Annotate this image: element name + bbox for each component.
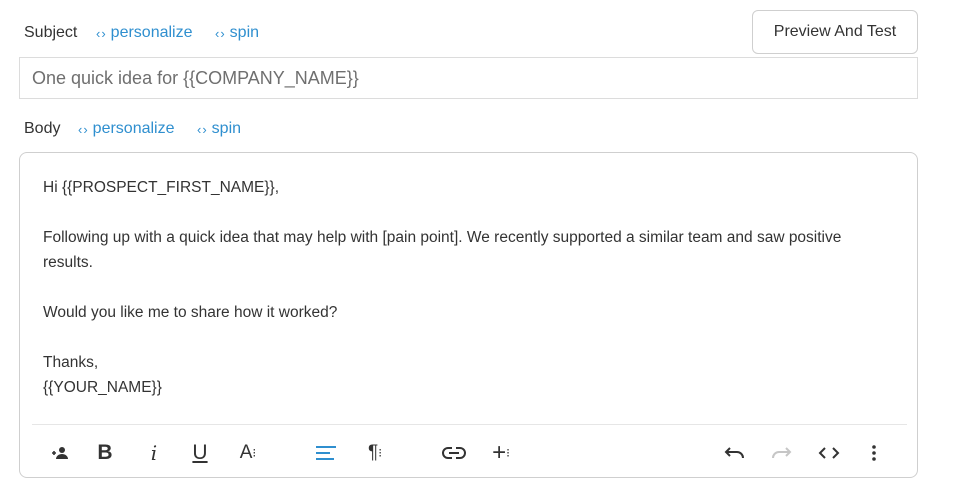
- italic-icon[interactable]: i: [144, 440, 164, 466]
- subject-spin-label: spin: [229, 24, 260, 41]
- redo-icon[interactable]: [769, 440, 795, 466]
- code-brackets-icon: ‹›: [197, 121, 208, 137]
- body-personalize-label: personalize: [92, 120, 175, 137]
- code-brackets-icon: ‹›: [78, 121, 89, 137]
- link-icon[interactable]: [441, 440, 467, 466]
- body-spin-label: spin: [211, 120, 242, 137]
- add-person-icon[interactable]: [49, 440, 71, 466]
- subject-input[interactable]: One quick idea for {{COMPANY_NAME}}: [19, 57, 918, 99]
- subject-value: One quick idea for {{COMPANY_NAME}}: [32, 67, 359, 88]
- code-brackets-icon: ‹›: [215, 25, 226, 41]
- body-label: Body: [24, 120, 61, 137]
- body-content[interactable]: Hi {{PROSPECT_FIRST_NAME}}, Following up…: [43, 175, 883, 400]
- toolbar-divider: [32, 424, 907, 425]
- undo-icon[interactable]: [721, 440, 747, 466]
- code-brackets-icon: ‹›: [96, 25, 107, 41]
- subject-personalize-link[interactable]: ‹› personalize: [96, 24, 193, 42]
- code-view-icon[interactable]: [816, 440, 842, 466]
- body-line: Following up with a quick idea that may …: [43, 229, 842, 271]
- body-line: Hi {{PROSPECT_FIRST_NAME}},: [43, 179, 280, 196]
- body-spin-link[interactable]: ‹› spin: [197, 120, 241, 138]
- insert-icon[interactable]: + ⁝: [488, 439, 514, 466]
- bold-icon[interactable]: B: [94, 440, 116, 466]
- align-left-icon[interactable]: [314, 440, 338, 466]
- body-line: Would you like me to share how it worked…: [43, 304, 338, 321]
- font-size-icon[interactable]: A ⁝: [236, 440, 260, 466]
- more-icon[interactable]: [866, 440, 882, 466]
- body-line: Thanks,: [43, 354, 99, 371]
- paragraph-icon[interactable]: ¶ ⁝: [363, 440, 387, 466]
- preview-and-test-button[interactable]: Preview And Test: [752, 10, 918, 54]
- body-editor[interactable]: Hi {{PROSPECT_FIRST_NAME}}, Following up…: [19, 152, 918, 478]
- body-line: {{YOUR_NAME}}: [43, 379, 162, 396]
- body-personalize-link[interactable]: ‹› personalize: [78, 120, 175, 138]
- subject-spin-link[interactable]: ‹› spin: [215, 24, 259, 42]
- underline-icon[interactable]: U: [189, 440, 211, 466]
- subject-personalize-label: personalize: [110, 24, 193, 41]
- subject-label: Subject: [24, 24, 78, 41]
